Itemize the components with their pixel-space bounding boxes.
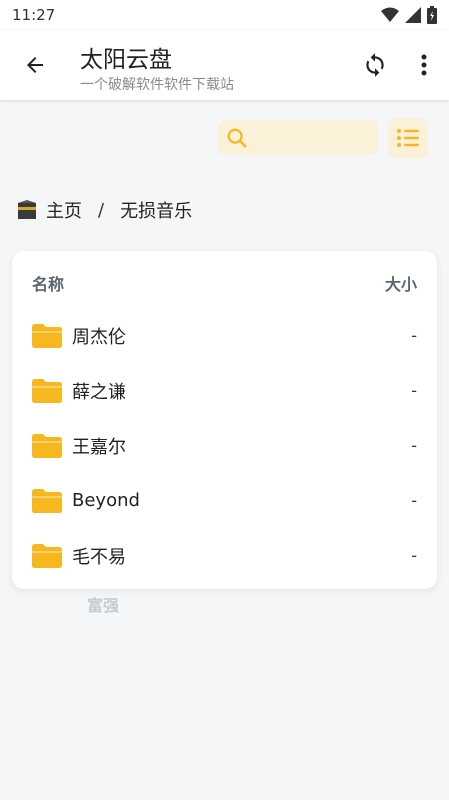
app-bar: 太阳云盘 一个破解软件软件下载站 — [0, 30, 449, 100]
more-vert-icon — [421, 54, 427, 76]
folder-icon — [32, 433, 62, 458]
header-name[interactable]: 名称 — [32, 271, 64, 295]
table-row[interactable]: 薛之谦 - — [12, 363, 437, 418]
arrow-left-icon — [27, 57, 43, 73]
breadcrumb-home[interactable]: 主页 — [46, 197, 82, 223]
table-row[interactable]: Beyond - — [12, 473, 437, 528]
header-size[interactable]: 大小 — [385, 271, 417, 295]
row-name: 王嘉尔 — [72, 436, 126, 458]
more-menu-button[interactable] — [412, 50, 436, 80]
search-icon — [227, 128, 247, 147]
row-name: 毛不易 — [72, 546, 126, 568]
list-icon — [397, 129, 419, 147]
file-list-card: 名称 大小 周杰伦 - 薛之谦 - 王嘉尔 - Beyond - 毛不易 - — [12, 251, 437, 589]
back-button[interactable] — [20, 50, 50, 80]
table-header: 名称 大小 — [12, 269, 437, 297]
row-size: - — [411, 326, 417, 345]
breadcrumb-current: 无损音乐 — [120, 201, 193, 222]
status-icons — [381, 6, 437, 24]
list-view-button[interactable] — [388, 118, 428, 158]
table-row[interactable]: 周杰伦 - — [12, 308, 437, 363]
search-input[interactable] — [254, 129, 364, 146]
folder-icon — [32, 488, 62, 513]
row-size: - — [411, 381, 417, 400]
row-name: 周杰伦 — [72, 326, 126, 348]
table-row[interactable]: 王嘉尔 - — [12, 418, 437, 473]
app-title: 太阳云盘 — [80, 47, 172, 73]
row-size: - — [411, 491, 417, 510]
status-bar: 11:27 — [0, 0, 449, 30]
table-row[interactable]: 毛不易 - — [12, 528, 437, 583]
signal-icon — [405, 7, 421, 23]
battery-icon — [427, 6, 437, 24]
folder-icon — [32, 323, 62, 348]
refresh-button[interactable] — [360, 50, 390, 80]
row-name: Beyond — [72, 490, 140, 511]
search-box[interactable] — [218, 120, 378, 155]
row-size: - — [411, 546, 417, 565]
app-subtitle: 一个破解软件软件下载站 — [80, 77, 234, 93]
row-name: 薛之谦 — [72, 381, 126, 403]
wifi-icon — [381, 7, 399, 22]
folder-icon — [32, 378, 62, 403]
watermark-text: 富强 — [87, 596, 120, 615]
refresh-icon — [366, 53, 384, 77]
breadcrumb: 主页 / 无损音乐 — [16, 196, 192, 224]
row-size: - — [411, 436, 417, 455]
status-time: 11:27 — [12, 6, 56, 24]
kaaba-icon[interactable] — [16, 199, 38, 221]
folder-icon — [32, 543, 62, 568]
breadcrumb-separator: / — [98, 199, 105, 221]
